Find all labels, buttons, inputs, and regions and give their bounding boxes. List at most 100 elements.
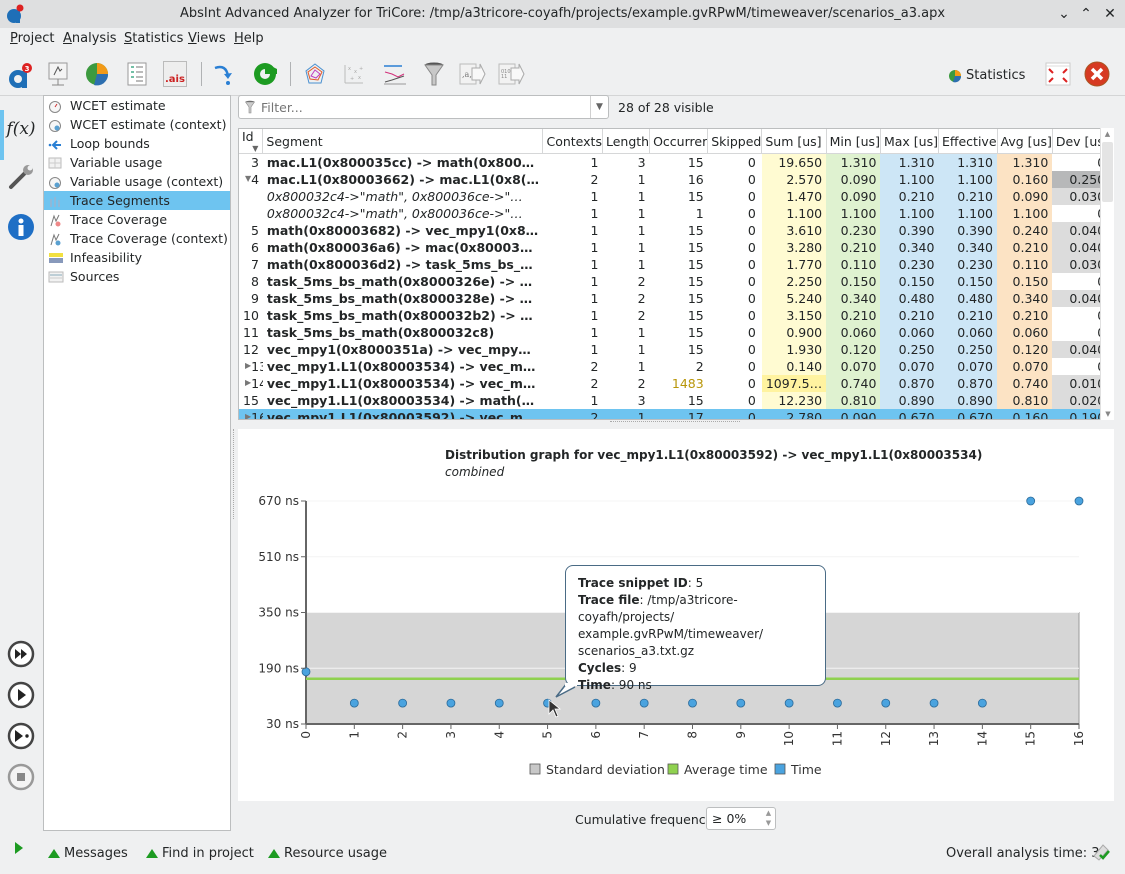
radar-chart-icon[interactable] (301, 60, 329, 88)
nav-item-wcet-estimate-context[interactable]: WCET estimate (context) (44, 115, 230, 134)
column-header-effective[interactable]: Effective (938, 129, 998, 154)
nav-item-trace-segments[interactable]: Trace Segments (44, 191, 230, 210)
length-cell: 1 (637, 358, 646, 374)
expand-dock-icon[interactable] (14, 841, 24, 858)
table-row[interactable]: ▶14vec_mpy1.L1(0x80003534) -> vec_m… 2 2 14… (239, 374, 1113, 392)
title-bar: AbsInt Advanced Analyzer for TriCore: /t… (0, 0, 1125, 28)
fullscreen-icon[interactable] (1044, 60, 1072, 88)
table-row[interactable]: ▶16vec_mpy1.L1(0x80003592) -> vec_m…2117… (239, 408, 1113, 419)
minimize-button[interactable]: ⌄ (1054, 4, 1074, 24)
nav-item-wcet-estimate[interactable]: WCET estimate (44, 96, 230, 115)
table-row[interactable]: 6 math(0x800036a6) -> mac(0x80003… 1 1 15 0 3.… (239, 238, 1113, 256)
menu-project[interactable]: Project (10, 31, 55, 46)
table-row[interactable]: 10 task_5ms_bs_math(0x800032b2) -> … 1 2 15 0… (239, 306, 1113, 324)
line-graph-icon[interactable] (381, 60, 409, 88)
resource-usage-tab[interactable]: Resource usage (268, 846, 387, 861)
close-view-icon[interactable] (1083, 60, 1111, 88)
scroll-down-arrow[interactable]: ▼ (1101, 410, 1115, 418)
wrench-icon[interactable] (4, 160, 38, 194)
nav-item-loop-bounds[interactable]: Loop bounds (44, 134, 230, 153)
menu-analysis[interactable]: Analysis (63, 31, 117, 46)
occurrences-cell: 15 (687, 392, 704, 408)
report-list-icon[interactable] (123, 60, 151, 88)
spin-up-arrow[interactable]: ▲ (762, 808, 775, 818)
table-row[interactable]: 7 math(0x800036d2) -> task_5ms_bs_… 1 1 15 0 1… (239, 255, 1113, 273)
nav-item-trace-coverage[interactable]: Trace Coverage (44, 210, 230, 229)
messages-tab[interactable]: Messages (48, 846, 128, 861)
maximize-button[interactable]: ⌃ (1076, 4, 1096, 24)
table-row[interactable]: 11 task_5ms_bs_math(0x800032c8) 1 1 15 0 0.900… (239, 323, 1113, 341)
menu-views[interactable]: Views (188, 31, 226, 46)
splitter-handle[interactable] (610, 421, 740, 425)
y-tick-label: 670 ns (258, 494, 299, 508)
close-window-button[interactable]: ✕ (1100, 4, 1120, 24)
effective-cell: 0.670 (938, 408, 998, 419)
svg-text:,a,: ,a, (462, 70, 472, 79)
step-into-icon[interactable] (210, 60, 238, 88)
info-icon[interactable] (4, 210, 38, 244)
contexts-cell: 1 (590, 205, 599, 221)
y-tick-label: 30 ns (266, 717, 299, 731)
effective-cell: 0.870 (938, 374, 998, 392)
column-header-contexts[interactable]: Contexts (542, 129, 603, 154)
scroll-up-arrow[interactable]: ▲ (1101, 130, 1114, 138)
spin-down-arrow[interactable]: ▼ (762, 818, 775, 828)
filter-dropdown-button[interactable]: ▼ (590, 96, 608, 118)
ais-file-icon[interactable]: .ais (161, 60, 189, 88)
filter-funnel-icon[interactable] (420, 60, 448, 88)
statistics-button[interactable]: Statistics (948, 68, 1025, 83)
export-text-icon[interactable]: ,a, (458, 60, 486, 88)
menu-statistics[interactable]: Statistics (124, 31, 183, 46)
scroll-thumb[interactable] (1102, 142, 1113, 202)
nav-item-trace-coverage-context[interactable]: Trace Coverage (context) (44, 229, 230, 248)
tooltip-pointer (555, 683, 577, 698)
column-header-skipped[interactable]: Skipped (707, 129, 763, 154)
fast-forward-icon[interactable] (4, 637, 38, 671)
menu-project-label: roject (17, 31, 55, 46)
function-fx-icon[interactable]: f(x) (4, 112, 38, 146)
vertical-splitter-handle[interactable] (233, 429, 236, 519)
nav-item-label: Infeasibility (70, 250, 142, 265)
nav-item-variable-usage[interactable]: Variable usage (44, 153, 230, 172)
column-header-sum[interactable]: Sum [us] (761, 129, 827, 154)
project-presentation-icon[interactable] (44, 60, 72, 88)
context-row[interactable]: 0x800032c4->"math", 0x800036ce->"… 1 1 1 0 1.… (239, 204, 1113, 222)
table-row[interactable]: ▼ 4 mac.L1(0x80003662) -> mac.L1(0x8(… 2 1 16… (239, 170, 1113, 188)
column-header-length[interactable]: Length (602, 129, 651, 154)
table-row[interactable]: 15 vec_mpy1.L1(0x80003534) -> math(… 1 3 15 0… (239, 391, 1113, 409)
time-point (494, 698, 504, 708)
filter-combobox[interactable]: ▼ (238, 95, 609, 119)
column-header-min[interactable]: Min [us] (826, 129, 881, 154)
id-value: 8 (250, 273, 259, 289)
context-row[interactable]: 0x800032c4->"math", 0x800036ce->"… 1 1 15 0 1… (239, 187, 1113, 205)
menu-help[interactable]: Help (234, 31, 264, 46)
column-header-segment[interactable]: Segment (262, 129, 544, 154)
table-vertical-scrollbar[interactable]: ▲ ▼ (1100, 128, 1114, 420)
min-cell: 0.230 (826, 221, 881, 239)
stop-icon[interactable] (4, 760, 38, 794)
find-in-project-tab[interactable]: Find in project (146, 846, 254, 861)
play-step-icon[interactable] (4, 719, 38, 753)
column-header-id[interactable]: Id ▼ (239, 129, 264, 154)
play-icon[interactable] (4, 678, 38, 712)
id-cell: 8 (239, 273, 263, 290)
spinbox-arrows[interactable]: ▲ ▼ (762, 808, 775, 829)
scatter-plot-icon[interactable]: x x x + + (340, 60, 368, 88)
table-row[interactable]: ▶13vec_mpy1.L1(0x80003534) -> vec_m… 2 1 2 0… (239, 357, 1113, 375)
export-binary-icon[interactable]: 010 11 (497, 60, 525, 88)
statistics-pie-icon[interactable] (83, 60, 111, 88)
column-header-max[interactable]: Max [us] (880, 129, 939, 154)
nav-item-variable-usage-context[interactable]: Variable usage (context) (44, 172, 230, 191)
refresh-icon[interactable] (251, 60, 279, 88)
column-header-avg[interactable]: Avg [us] (997, 129, 1053, 154)
table-row[interactable]: 5 math(0x80003682) -> vec_mpy1(0x8… 1 1 15 0 3… (239, 221, 1113, 239)
svg-text:x: x (358, 75, 361, 81)
column-header-occurrences[interactable]: Occurrer (649, 129, 709, 154)
table-row[interactable]: 12 vec_mpy1(0x8000351a) -> vec_mpy… 1 1 15 0 1… (239, 340, 1113, 358)
filter-input[interactable] (261, 99, 590, 115)
nav-item-infeasibility[interactable]: Infeasibility (44, 248, 230, 267)
table-row[interactable]: 9 task_5ms_bs_math(0x8000328e) -> … 1 2 15 0 5… (239, 289, 1113, 307)
table-row[interactable]: 8 task_5ms_bs_math(0x8000326e) -> … 1 2 15 0 2… (239, 272, 1113, 290)
nav-item-sources[interactable]: Sources (44, 267, 230, 286)
table-row[interactable]: 3 mac.L1(0x800035cc) -> math(0x800… 1 3 15 0 1… (239, 153, 1113, 171)
